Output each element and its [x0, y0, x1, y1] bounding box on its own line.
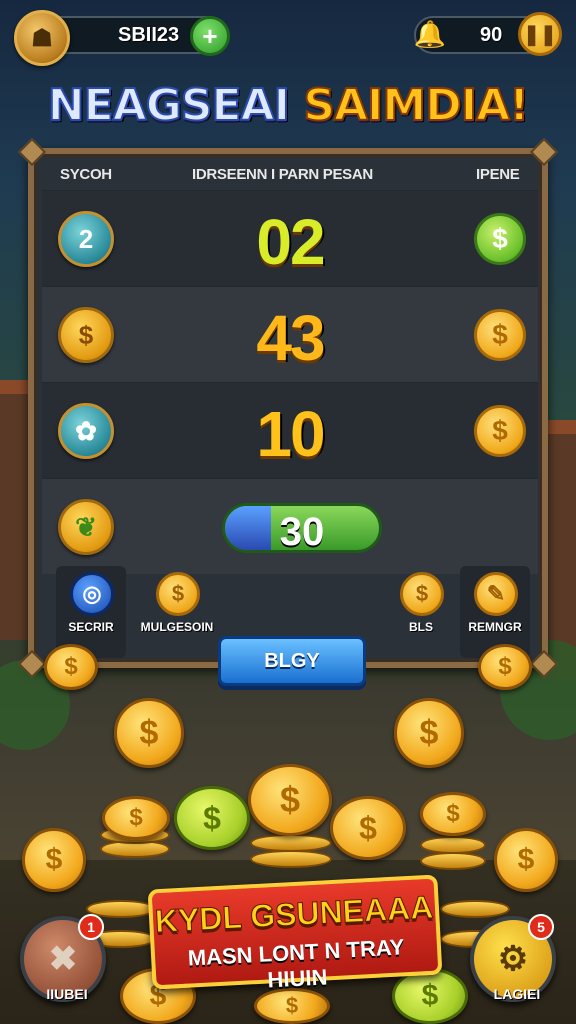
settings-button[interactable]: ⚙ 5 LAGIEI [470, 914, 556, 1002]
progress-bar: 30 [222, 503, 382, 554]
coin-stack [250, 834, 332, 852]
tools-button[interactable]: ✖ 1 IIUBEI [20, 914, 106, 1002]
header-left: SYCOH [60, 166, 112, 183]
dollar-coin-icon: $ [44, 644, 98, 690]
player-avatar[interactable]: ☗ [14, 10, 70, 66]
header-center: IDRSEENN I PARN PESAN [192, 166, 373, 183]
slot-label: MULGESOIN [140, 620, 214, 634]
dollar-coin-icon: $ [22, 828, 86, 892]
progress-value: 30 [279, 510, 325, 554]
target-icon: ◎ [70, 572, 114, 616]
title-part-2: SAIMDIA! [302, 79, 530, 132]
coin-stack [420, 852, 486, 870]
settings-label: LAGIEI [493, 986, 541, 1002]
dollar-coin-icon: $ [174, 786, 250, 850]
board-row[interactable]: ✿ 10 $ [42, 382, 538, 478]
dollar-coin-icon: $ [394, 698, 464, 768]
coin-stack [250, 850, 332, 868]
pause-icon: ❚❚ [523, 23, 557, 46]
leaf-icon: ❦ [58, 499, 114, 555]
notification-badge: 1 [78, 914, 104, 940]
slot-label: REMNGR [468, 620, 522, 634]
banner-title: KYDL GSUNEAAA [154, 888, 435, 940]
row-value: 02 [256, 206, 325, 278]
slot-remngr[interactable]: ✎ REMNGR [460, 566, 530, 658]
lives-value: 90 [480, 24, 503, 46]
dollar-coin-icon: $ [248, 764, 332, 836]
dollar-coin-icon: $ [474, 213, 526, 265]
title-part-1: NEAGSEAI [47, 79, 291, 132]
coin-stack [440, 900, 510, 918]
board-row[interactable]: ❦ 30 [42, 478, 538, 574]
score-board: SYCOH IDRSEENN I PARN PESAN IPENE 2 02 $… [17, 137, 559, 679]
board-corner [17, 137, 47, 167]
gear-icon: ⚙ [497, 940, 529, 978]
dollar-coin-icon: $ [114, 698, 184, 768]
coin-stack [420, 836, 486, 854]
dollar-coin-icon: $ [474, 405, 526, 457]
plus-icon: + [202, 20, 218, 51]
dollar-coin-icon: $ [102, 796, 170, 840]
pause-button[interactable]: ❚❚ [518, 12, 562, 56]
row-value: 43 [256, 302, 325, 374]
currency-value: SBII23 [118, 24, 180, 46]
game-title: NEAGSEAI SAIMDIA! [0, 79, 576, 132]
play-button[interactable]: BLGY [218, 636, 366, 686]
dollar-coin-icon: $ [420, 792, 486, 836]
row-value: 10 [256, 398, 325, 470]
dollar-coin-icon: $ [474, 309, 526, 361]
slot-mulgesoin[interactable]: $ MULGESOIN [141, 566, 213, 658]
notification-badge: 5 [528, 914, 554, 940]
tools-label: IIUBEI [46, 986, 88, 1002]
dollar-coin-icon: $ [400, 572, 444, 616]
dollar-coin-icon: $ [478, 644, 532, 690]
board-row[interactable]: 2 02 $ [42, 190, 538, 286]
slot-bls[interactable]: $ BLS [386, 566, 456, 658]
header-right: IPENE [476, 166, 520, 183]
promo-banner[interactable]: KYDL GSUNEAAA MASN LONT N TRAY HIUIN [147, 874, 443, 992]
bell-icon: 🔔 [413, 18, 447, 49]
board-row[interactable]: $ 43 $ [42, 286, 538, 382]
dollar-coin-icon: $ [494, 828, 558, 892]
pencil-icon: ✎ [474, 572, 518, 616]
slot-label: SECRIR [68, 620, 114, 634]
dollar-coin-icon: $ [156, 572, 200, 616]
dollar-coin-icon: $ [330, 796, 406, 860]
board-header: SYCOH IDRSEENN I PARN PESAN IPENE [46, 162, 542, 188]
add-currency-button[interactable]: + [190, 16, 230, 56]
tools-icon: ✖ [48, 940, 78, 978]
